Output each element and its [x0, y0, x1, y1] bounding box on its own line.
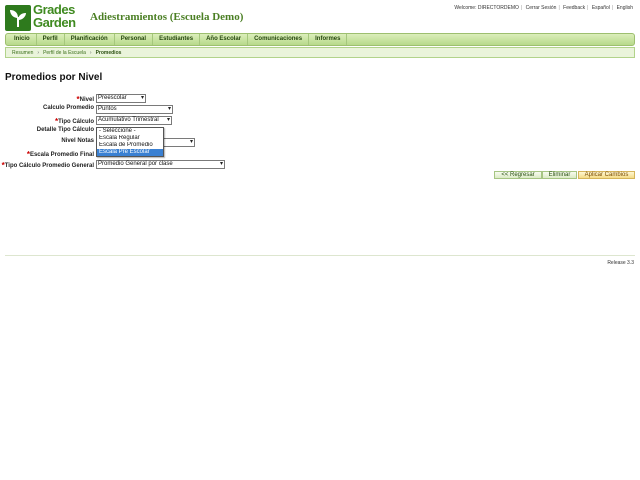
nivel-notas-label: Nivel Notas — [61, 138, 94, 144]
required-mark: * — [76, 95, 80, 104]
welcome-text: Welcome: DIRECTORDEMO — [454, 5, 519, 11]
escala-promedio-final-label-text: Escala Promedio Final — [29, 152, 94, 158]
release-version: Release 3.3 — [607, 260, 634, 266]
chevron-down-icon: ▾ — [140, 95, 144, 101]
spanish-link[interactable]: Español — [592, 5, 610, 11]
tipo-calculo-label-text: Tipo Cálculo — [58, 119, 94, 125]
breadcrumb-separator-icon: › — [89, 49, 92, 56]
calculo-promedio-select[interactable]: Puntos ▾ — [96, 105, 173, 114]
escala-promedio-final-label: *Escala Promedio Final — [26, 149, 94, 159]
tipo-calculo-promedio-general-label: *Tipo Cálculo Promedio General — [1, 160, 94, 170]
logo-line2: Garden — [33, 15, 76, 30]
tipo-calculo-label: *Tipo Cálculo — [54, 116, 94, 126]
regresar-button[interactable]: << Regresar — [494, 171, 542, 179]
logo-wordmark: Grades Garden — [33, 3, 76, 29]
nivel-label-text: Nivel — [79, 97, 94, 103]
site-title: Adiestramientos (Escuela Demo) — [90, 11, 244, 23]
nav-tab-comunicaciones[interactable]: Comunicaciones — [248, 34, 310, 45]
logout-link[interactable]: Cerrar Sesión — [526, 5, 557, 11]
feedback-link[interactable]: Feedback — [563, 5, 585, 11]
dropdown-option[interactable]: - Seleccione - — [97, 128, 163, 135]
required-mark: * — [1, 161, 5, 170]
grades-garden-logo[interactable]: Grades Garden — [5, 3, 83, 31]
nav-tab-planificacion[interactable]: Planificación — [65, 34, 115, 45]
chevron-down-icon: ▾ — [167, 106, 171, 112]
breadcrumb-separator-icon: › — [37, 49, 40, 56]
english-link[interactable]: English — [617, 5, 633, 11]
nivel-select[interactable]: Preescolar ▾ — [96, 94, 146, 103]
calculo-promedio-label: Calculo Promedio — [42, 105, 94, 111]
nav-tab-perfil[interactable]: Perfil — [37, 34, 65, 45]
dropdown-option-selected[interactable]: Escala Pre Escolar — [97, 149, 163, 156]
detalle-tipo-calculo-dropdown-list[interactable]: - Seleccione - Escala Regular Escala de … — [96, 127, 164, 157]
required-mark: * — [54, 117, 59, 126]
nav-tab-personal[interactable]: Personal — [115, 34, 154, 45]
dropdown-option[interactable]: Escala Regular — [97, 135, 163, 142]
nivel-label: *Nivel — [76, 94, 94, 104]
eliminar-button[interactable]: Eliminar — [542, 171, 577, 179]
breadcrumb-resumen[interactable]: Resumen — [12, 50, 33, 56]
chevron-down-icon: ▾ — [189, 139, 193, 145]
breadcrumb-promedios: Promedios — [95, 49, 122, 56]
tipo-calculo-promedio-general-label-text: Tipo Cálculo Promedio General — [4, 163, 94, 169]
nav-tab-ano-escolar[interactable]: Año Escolar — [200, 34, 249, 45]
tipo-calculo-select-value: Acumulativo Trimestral — [98, 117, 159, 123]
header: Grades Garden Adiestramientos (Escuela D… — [0, 0, 640, 32]
breadcrumb: Resumen › Perfil de la Escuela › Promedi… — [5, 47, 635, 58]
page-title: Promedios por Nivel — [5, 72, 103, 83]
tipo-calculo-promedio-general-select[interactable]: Promedio General por clase ▾ — [96, 160, 225, 169]
nav-tab-inicio[interactable]: Inicio — [8, 34, 37, 45]
chevron-down-icon: ▾ — [166, 117, 170, 123]
tipo-calculo-promedio-general-select-value: Promedio General por clase — [98, 161, 173, 167]
nav-tab-estudiantes[interactable]: Estudiantes — [153, 34, 201, 45]
main-nav: Inicio Perfil Planificación Personal Est… — [5, 33, 635, 46]
detalle-tipo-calculo-label: Detalle Tipo Cálculo — [36, 127, 94, 133]
required-mark: * — [26, 150, 30, 159]
sprout-logo-icon — [5, 5, 31, 31]
tipo-calculo-select[interactable]: Acumulativo Trimestral ▾ — [96, 116, 172, 125]
top-links: Welcome: DIRECTORDEMO | Cerrar Sesión | Fe… — [454, 5, 633, 11]
footer-divider — [5, 255, 635, 256]
nivel-select-value: Preescolar — [98, 95, 127, 101]
chevron-down-icon: ▾ — [219, 161, 223, 167]
aplicar-cambios-button[interactable]: Aplicar Cambios — [578, 171, 635, 179]
nav-tab-informes[interactable]: Informes — [309, 34, 348, 45]
breadcrumb-perfil-escuela[interactable]: Perfil de la Escuela — [43, 50, 86, 56]
calculo-promedio-select-value: Puntos — [98, 106, 117, 112]
dropdown-option[interactable]: Escala de Promedio — [97, 142, 163, 149]
